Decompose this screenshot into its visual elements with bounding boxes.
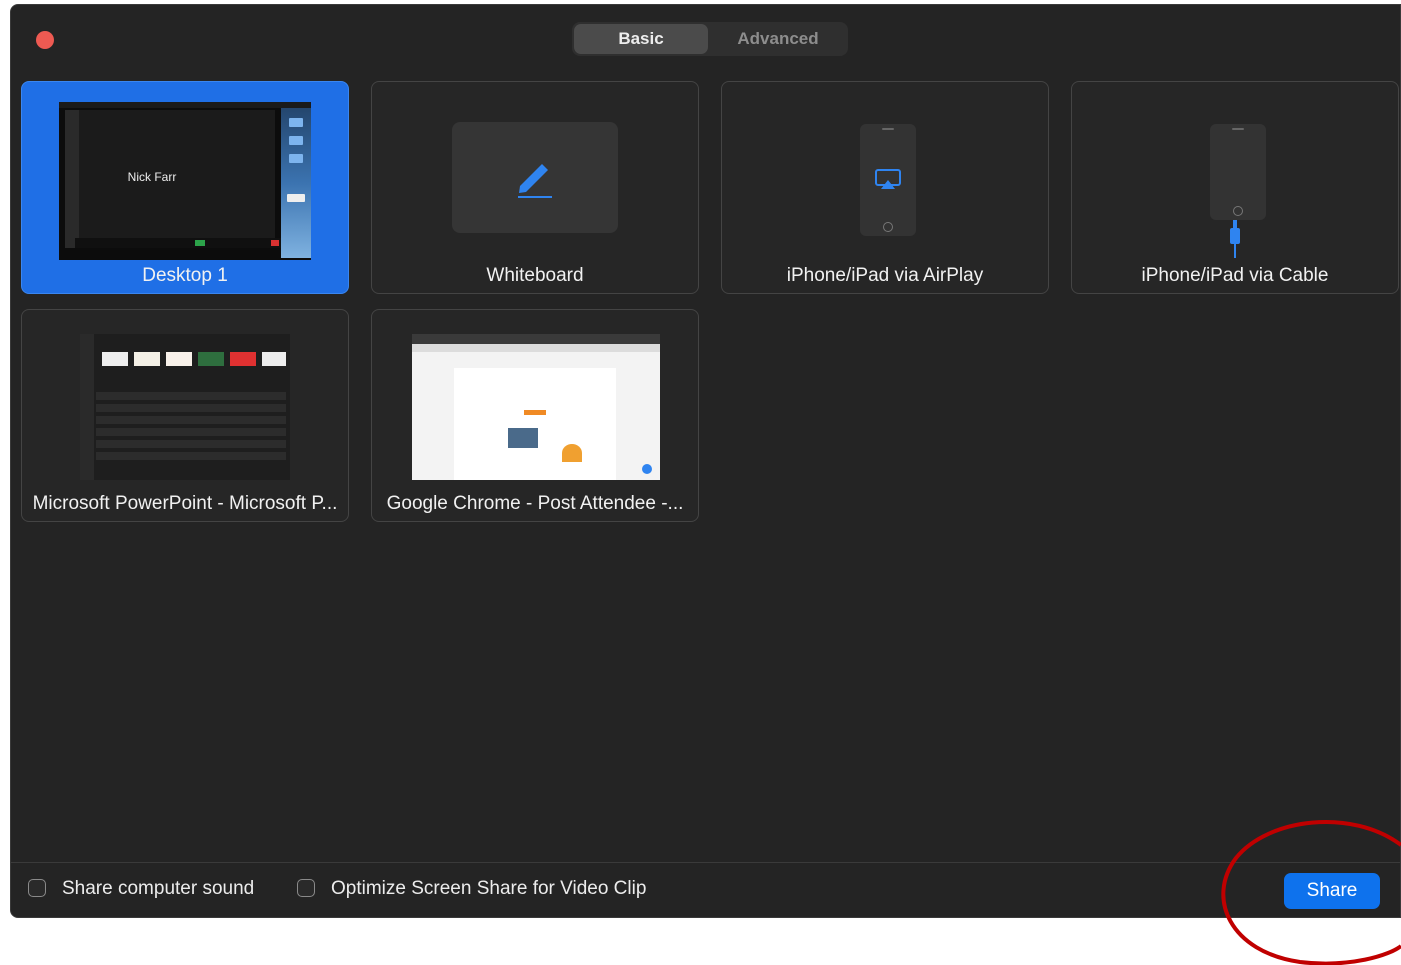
pencil-icon: [518, 164, 552, 198]
share-button[interactable]: Share: [1284, 873, 1380, 909]
desktop-preview: Nick Farr: [59, 102, 311, 260]
footer-divider: [11, 862, 1400, 863]
share-sound-label[interactable]: Share computer sound: [62, 878, 254, 900]
tile-label: iPhone/iPad via Cable: [1141, 265, 1329, 286]
airplay-icon: [875, 169, 901, 189]
lightning-cable-icon: [1230, 220, 1240, 258]
optimize-video-checkbox[interactable]: [297, 879, 315, 897]
tile-label: Desktop 1: [142, 265, 228, 286]
powerpoint-preview: [80, 334, 290, 480]
share-screen-window: Basic Advanced Nick Farr Desktop 1 White…: [10, 4, 1401, 918]
share-tile-cable[interactable]: iPhone/iPad via Cable: [1071, 81, 1399, 294]
tab-advanced[interactable]: Advanced: [710, 24, 846, 54]
share-tile-chrome[interactable]: Google Chrome - Post Attendee -...: [371, 309, 699, 522]
desktop-preview-name: Nick Farr: [127, 170, 177, 184]
close-window-button[interactable]: [36, 31, 54, 49]
phone-preview: [860, 124, 916, 236]
share-tile-whiteboard[interactable]: Whiteboard: [371, 81, 699, 294]
tile-label: Whiteboard: [486, 265, 584, 286]
share-tile-desktop-1[interactable]: Nick Farr Desktop 1: [21, 81, 349, 294]
tile-label: iPhone/iPad via AirPlay: [786, 265, 984, 286]
share-tile-airplay[interactable]: iPhone/iPad via AirPlay: [721, 81, 1049, 294]
tab-switcher: Basic Advanced: [572, 22, 848, 56]
whiteboard-preview: [452, 122, 618, 233]
share-tile-powerpoint[interactable]: Microsoft PowerPoint - Microsoft P...: [21, 309, 349, 522]
chrome-preview: [412, 334, 660, 480]
tile-label: Microsoft PowerPoint - Microsoft P...: [32, 493, 338, 514]
tab-basic[interactable]: Basic: [574, 24, 708, 54]
phone-preview: [1210, 124, 1266, 220]
optimize-video-label[interactable]: Optimize Screen Share for Video Clip: [331, 878, 646, 900]
share-sound-checkbox[interactable]: [28, 879, 46, 897]
tile-label: Google Chrome - Post Attendee -...: [386, 493, 684, 514]
